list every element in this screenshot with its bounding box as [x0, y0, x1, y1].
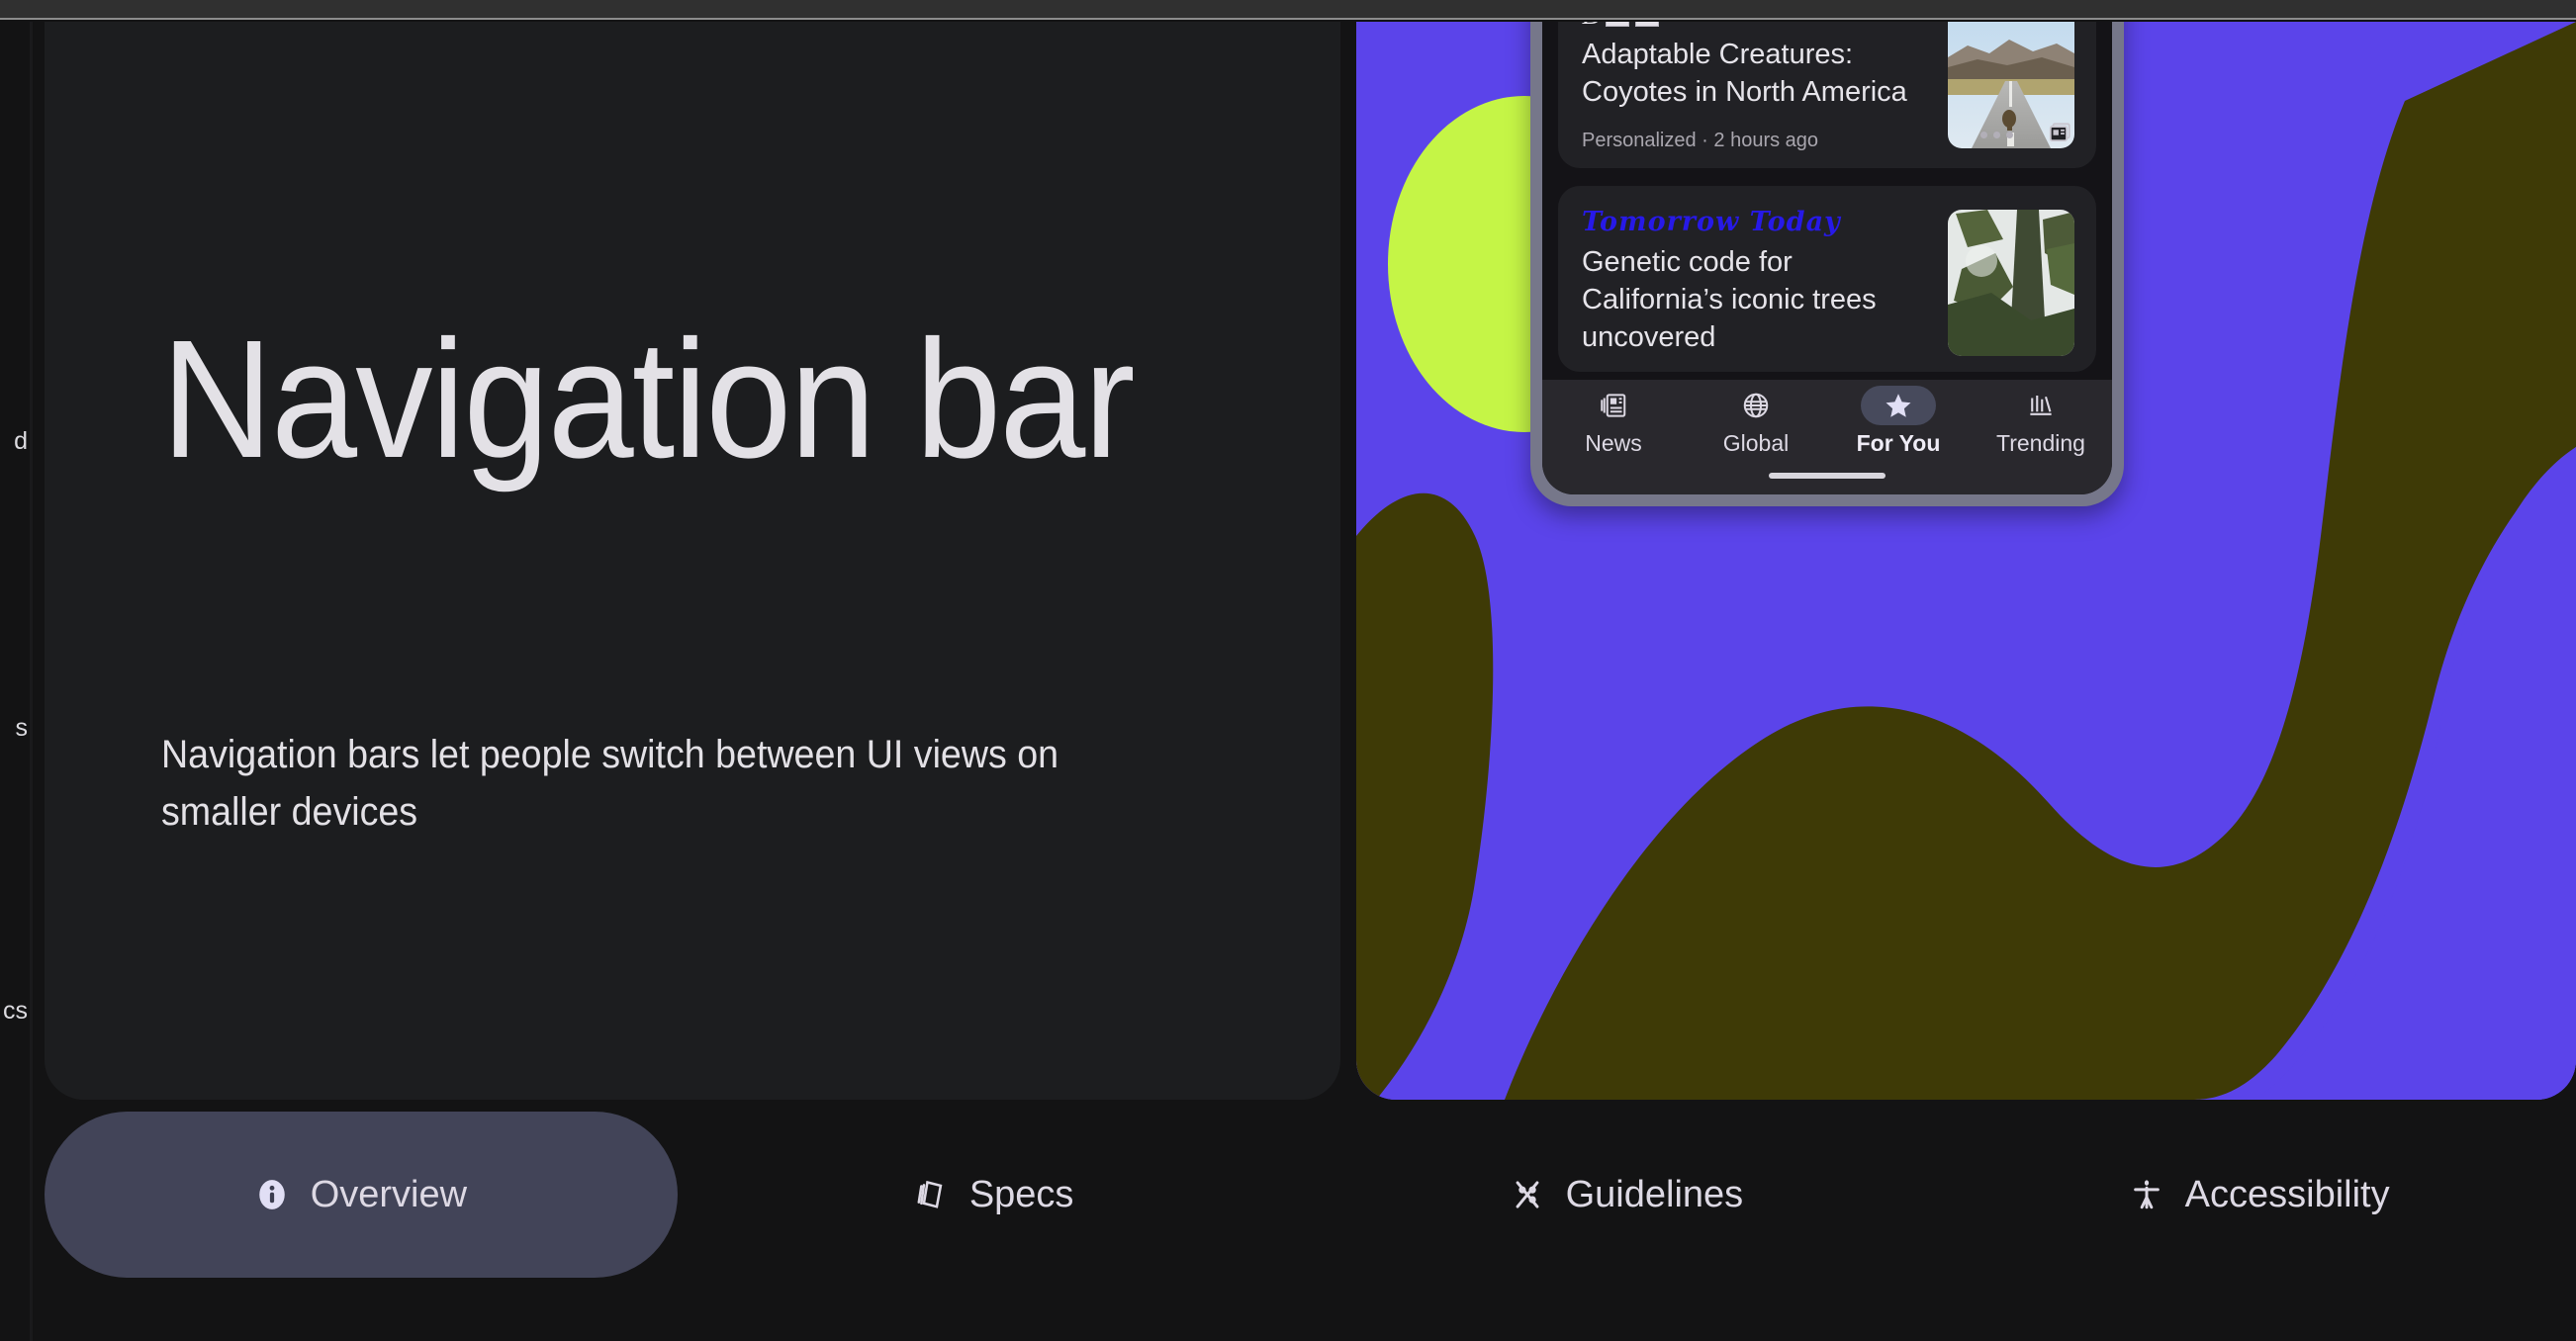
missing-glyph-box — [1635, 22, 1660, 27]
nav-indicator-pill — [2003, 386, 2078, 425]
phone-nav-item-news[interactable]: News — [1554, 386, 1673, 457]
hero-row: Navigation bar Navigation bars let peopl… — [33, 22, 2576, 1100]
news-card[interactable]: B Adaptable Creatures: Coyotes in North … — [1558, 22, 2096, 168]
section-tabs: Overview Specs Guidelines Accessibility — [33, 1112, 2576, 1278]
missing-glyph-box — [1606, 22, 1630, 27]
publisher-initial: B — [1582, 22, 1600, 30]
tab-accessibility[interactable]: Accessibility — [1943, 1112, 2576, 1278]
nav-indicator-pill — [1861, 386, 1936, 425]
globe-icon — [1741, 391, 1771, 420]
phone-screen: B Adaptable Creatures: Coyotes in North … — [1542, 22, 2112, 494]
news-thumbnail — [1948, 209, 2074, 356]
hero-text-card: Navigation bar Navigation bars let peopl… — [45, 22, 1340, 1100]
news-card-actions — [1980, 120, 2072, 150]
content-column: Navigation bar Navigation bars let peopl… — [33, 22, 2576, 1341]
page-root: d s cs Navigation bar Navigation bars le… — [0, 22, 2576, 1341]
phone-nav-label: Global — [1722, 430, 1790, 456]
info-circle-icon — [255, 1178, 289, 1211]
accessibility-icon — [2130, 1178, 2163, 1211]
publisher-name: Tomorrow Today — [1582, 207, 1841, 238]
phone-nav-item-for-you[interactable]: For You — [1839, 386, 1958, 457]
tab-overview[interactable]: Overview — [45, 1112, 678, 1278]
phone-nav-item-trending[interactable]: Trending — [1981, 386, 2100, 457]
news-headline: Genetic code for California’s iconic tre… — [1582, 245, 1877, 354]
phone-nav-item-global[interactable]: Global — [1697, 386, 1815, 457]
home-indicator — [1769, 473, 1886, 479]
page-title: Navigation bar — [161, 306, 1136, 493]
overflow-dots-icon[interactable] — [1980, 131, 2013, 138]
star-icon — [1884, 391, 1913, 420]
nav-indicator-pill — [1576, 386, 1651, 425]
phone-nav-label: Trending — [1996, 430, 2085, 456]
bar-chart-icon — [2026, 391, 2056, 420]
tab-specs[interactable]: Specs — [678, 1112, 1311, 1278]
tab-label: Overview — [310, 1173, 468, 1215]
browser-chrome-strip — [0, 0, 2576, 20]
news-stack-icon[interactable] — [2047, 120, 2072, 150]
newspaper-icon — [1599, 391, 1628, 420]
tab-guidelines[interactable]: Guidelines — [1311, 1112, 1944, 1278]
phone-nav-label: News — [1585, 430, 1642, 456]
sidebar-item-clipped-2[interactable]: s — [16, 714, 29, 743]
news-card[interactable]: Tomorrow Today Genetic code for Californ… — [1558, 185, 2096, 373]
phone-nav-label: For You — [1856, 430, 1941, 456]
tab-label: Guidelines — [1565, 1173, 1744, 1215]
hero-illustration: B Adaptable Creatures: Coyotes in North … — [1356, 22, 2576, 1100]
evergreen-trees-image — [1948, 209, 2074, 356]
tab-label: Accessibility — [2184, 1173, 2390, 1215]
tab-label: Specs — [968, 1173, 1074, 1215]
phone-mockup: B Adaptable Creatures: Coyotes in North … — [1530, 22, 2124, 506]
scissors-x-icon — [1511, 1178, 1544, 1211]
page-subtitle: Navigation bars let people switch betwee… — [161, 733, 1059, 834]
sidebar-item-clipped-3[interactable]: cs — [3, 997, 28, 1026]
sidebar: d s cs — [0, 22, 30, 1341]
news-headline: Adaptable Creatures: Coyotes in North Am… — [1582, 39, 1907, 109]
nav-indicator-pill — [1718, 386, 1794, 425]
sidebar-item-clipped-1[interactable]: d — [14, 427, 28, 456]
news-feed: B Adaptable Creatures: Coyotes in North … — [1542, 22, 2112, 380]
ruler-phone-icon — [914, 1178, 948, 1211]
